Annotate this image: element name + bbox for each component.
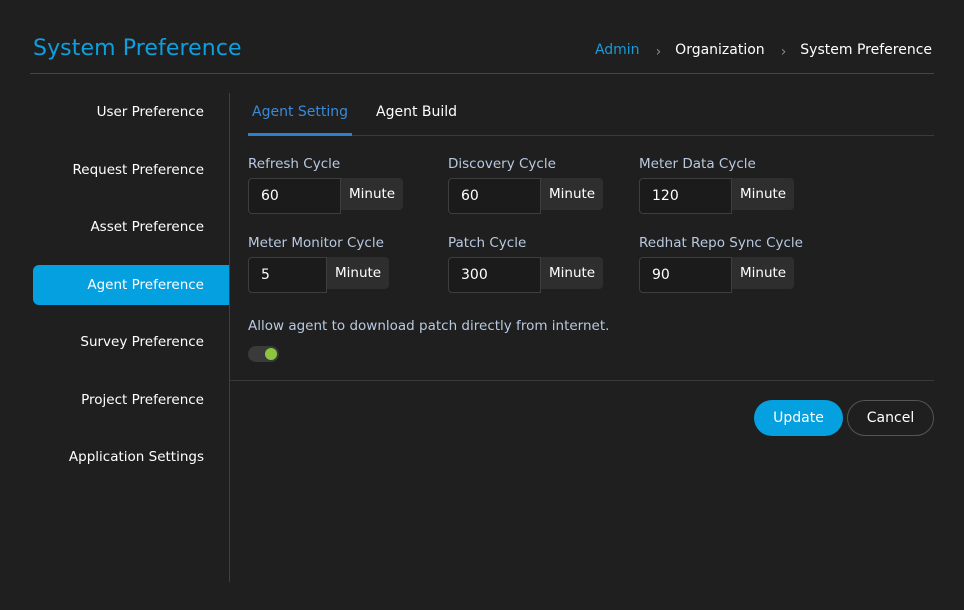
meter-monitor-cycle-unit: Minute — [327, 257, 390, 289]
chevron-right-icon: › — [655, 44, 662, 60]
allow-download-label: Allow agent to download patch directly f… — [248, 318, 610, 334]
meter-monitor-cycle-field: Meter Monitor Cycle Minute — [248, 235, 390, 293]
sidebar-item-survey-preference[interactable]: Survey Preference — [33, 322, 229, 362]
cancel-button[interactable]: Cancel — [847, 400, 934, 436]
breadcrumb-system-preference: System Preference — [800, 42, 932, 58]
sidebar-item-asset-preference[interactable]: Asset Preference — [33, 207, 229, 247]
refresh-cycle-input[interactable] — [248, 178, 341, 214]
header-divider — [30, 73, 934, 74]
redhat-repo-sync-cycle-label: Redhat Repo Sync Cycle — [639, 235, 803, 251]
chevron-right-icon: › — [780, 44, 787, 60]
allow-download-toggle[interactable] — [248, 346, 279, 362]
meter-data-cycle-label: Meter Data Cycle — [639, 156, 756, 172]
page-title: System Preference — [33, 36, 242, 61]
meter-data-cycle-field: Meter Data Cycle Minute — [639, 156, 795, 214]
sidebar-item-project-preference[interactable]: Project Preference — [33, 380, 229, 420]
sidebar-divider — [229, 93, 230, 582]
breadcrumb: Admin › Organization › System Preference — [595, 42, 932, 60]
meter-data-cycle-unit: Minute — [732, 178, 795, 210]
discovery-cycle-unit: Minute — [541, 178, 604, 210]
breadcrumb-admin[interactable]: Admin — [595, 42, 640, 58]
sidebar-item-user-preference[interactable]: User Preference — [33, 92, 229, 132]
redhat-repo-sync-cycle-unit: Minute — [732, 257, 795, 289]
tab-agent-build[interactable]: Agent Build — [372, 92, 461, 136]
sidebar-item-agent-preference[interactable]: Agent Preference — [33, 264, 229, 305]
patch-cycle-input[interactable] — [448, 257, 541, 293]
patch-cycle-unit: Minute — [541, 257, 604, 289]
sidebar-item-application-settings[interactable]: Application Settings — [33, 437, 229, 477]
tab-agent-setting[interactable]: Agent Setting — [248, 92, 353, 136]
preference-sidebar: User Preference Request Preference Asset… — [33, 92, 229, 495]
section-divider — [230, 380, 934, 381]
tab-bar: Agent Setting Agent Build — [248, 92, 934, 136]
patch-cycle-field: Patch Cycle Minute — [448, 235, 604, 293]
toggle-knob — [265, 348, 277, 360]
system-preference-page: System Preference Admin › Organization ›… — [0, 0, 964, 610]
meter-monitor-cycle-label: Meter Monitor Cycle — [248, 235, 384, 251]
refresh-cycle-label: Refresh Cycle — [248, 156, 341, 172]
sidebar-item-request-preference[interactable]: Request Preference — [33, 150, 229, 190]
redhat-repo-sync-cycle-field: Redhat Repo Sync Cycle Minute — [639, 235, 803, 293]
redhat-repo-sync-cycle-input[interactable] — [639, 257, 732, 293]
meter-monitor-cycle-input[interactable] — [248, 257, 327, 293]
discovery-cycle-field: Discovery Cycle Minute — [448, 156, 604, 214]
discovery-cycle-input[interactable] — [448, 178, 541, 214]
update-button[interactable]: Update — [754, 400, 843, 436]
refresh-cycle-unit: Minute — [341, 178, 404, 210]
meter-data-cycle-input[interactable] — [639, 178, 732, 214]
refresh-cycle-field: Refresh Cycle Minute — [248, 156, 404, 214]
breadcrumb-organization[interactable]: Organization — [675, 42, 765, 58]
patch-cycle-label: Patch Cycle — [448, 235, 527, 251]
discovery-cycle-label: Discovery Cycle — [448, 156, 556, 172]
